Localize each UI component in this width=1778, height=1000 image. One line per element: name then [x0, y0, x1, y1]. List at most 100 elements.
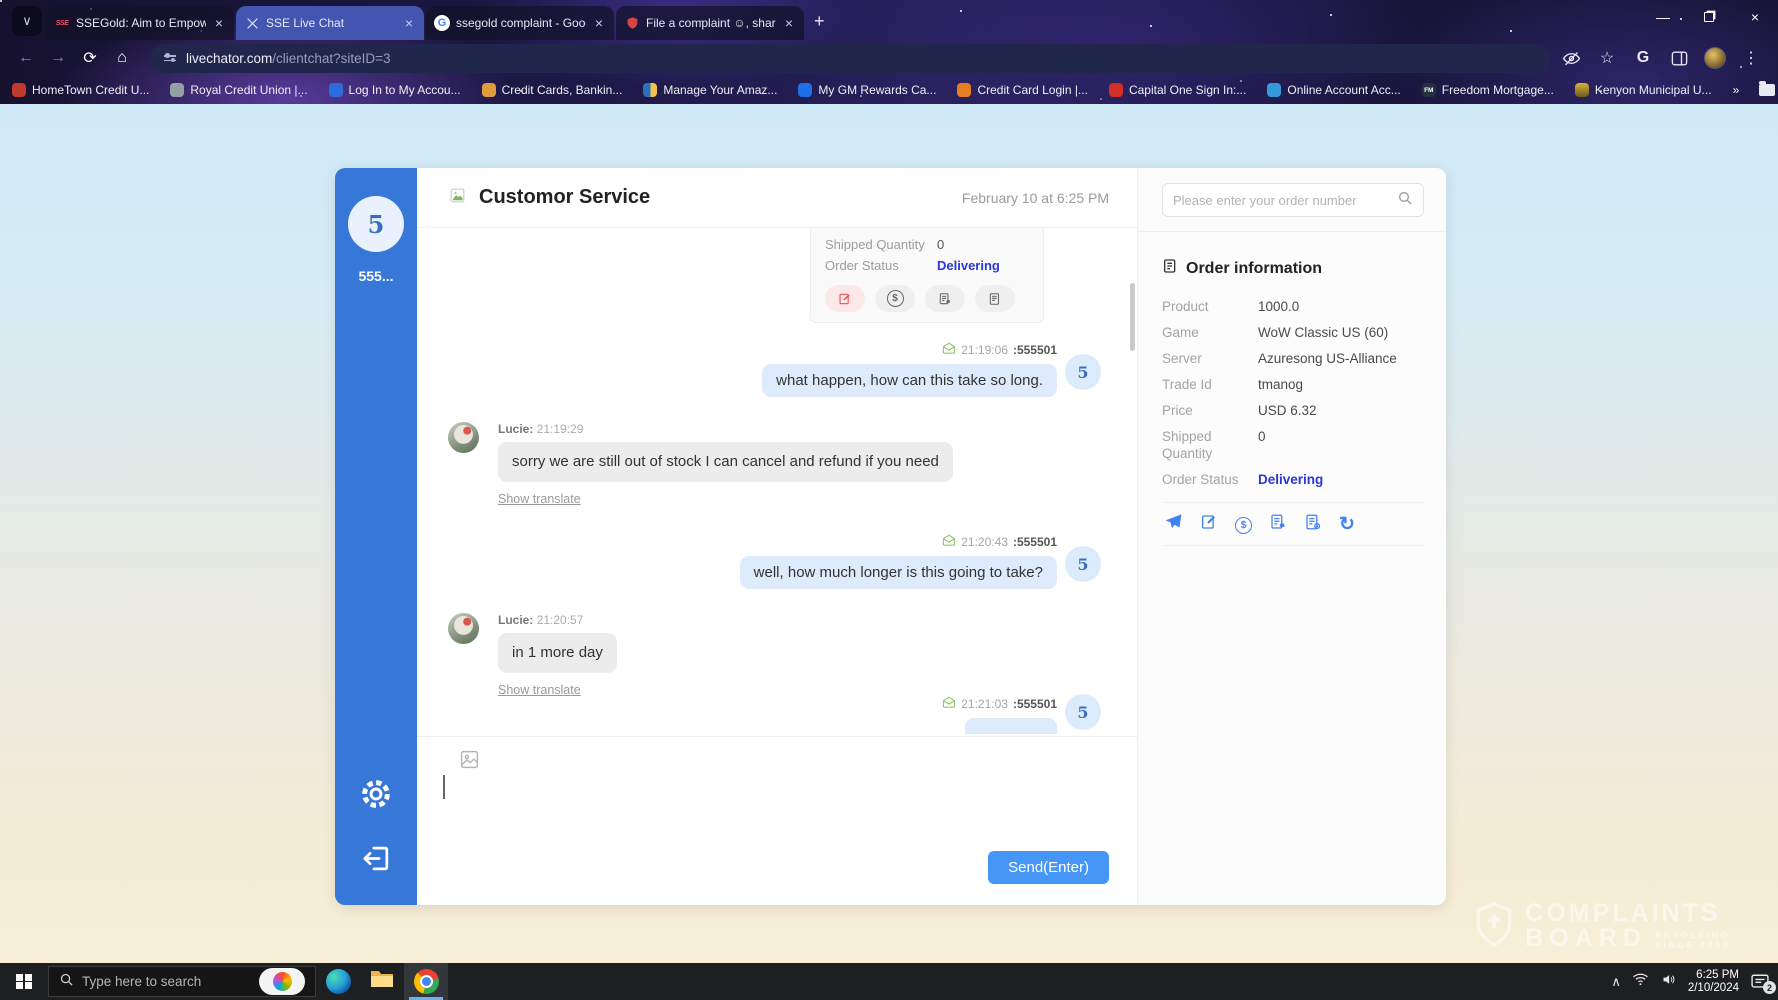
bookmark-favicon: [482, 83, 496, 97]
card-label: Order Status: [825, 255, 937, 276]
logout-icon[interactable]: [361, 843, 392, 879]
order-info-title-row: Order information: [1162, 258, 1424, 279]
envelope-icon: [942, 342, 956, 357]
bookmarks-overflow-chevron[interactable]: »: [1733, 83, 1740, 97]
taskbar-search-input[interactable]: [82, 974, 259, 989]
delivery-note-icon[interactable]: [1269, 513, 1287, 536]
edit-order-icon[interactable]: [825, 285, 865, 312]
refresh-icon[interactable]: ↻: [1339, 516, 1355, 533]
tab-file-complaint[interactable]: File a complaint ☺, share your ×: [616, 6, 804, 40]
delivery-note-icon[interactable]: [925, 285, 965, 312]
bookmark-item[interactable]: Kenyon Municipal U...: [1575, 83, 1712, 97]
close-tab-icon[interactable]: ×: [402, 15, 416, 31]
browser-menu-icon[interactable]: ⋮: [1740, 47, 1762, 69]
windows-taskbar: ∧ 6:25 PM 2/10/2024 2: [0, 963, 1778, 1000]
chat-date: February 10 at 6:25 PM: [962, 190, 1109, 206]
close-tab-icon[interactable]: ×: [592, 15, 606, 31]
search-icon[interactable]: [1397, 190, 1413, 211]
address-bar[interactable]: livechator.com/clientchat?siteID=3: [150, 44, 1550, 73]
message-list[interactable]: PriceUSD 6.32 Shipped Quantity0 Order St…: [417, 228, 1137, 736]
message-input[interactable]: [417, 771, 1137, 904]
bookmark-item[interactable]: Credit Cards, Bankin...: [482, 83, 623, 97]
copilot-button[interactable]: [259, 968, 305, 995]
notification-badge: 2: [1763, 981, 1776, 994]
search-icon: [59, 972, 74, 992]
bookmark-item[interactable]: FMFreedom Mortgage...: [1422, 83, 1554, 97]
price-icon[interactable]: $: [1235, 515, 1252, 534]
tab-google-search[interactable]: G ssegold complaint - Google Se ×: [426, 6, 614, 40]
customer-message-avatar: 5: [1065, 694, 1101, 730]
order-detail-icon[interactable]: [975, 285, 1015, 312]
bookmark-favicon: [329, 83, 343, 97]
taskbar-edge[interactable]: [316, 963, 360, 1000]
back-button[interactable]: ←: [12, 44, 40, 72]
scrollbar-thumb[interactable]: [1130, 283, 1135, 351]
tab-search-button[interactable]: ∨: [12, 6, 42, 36]
bookmark-item[interactable]: Credit Card Login |...: [957, 83, 1088, 97]
google-profile-icon[interactable]: G: [1632, 47, 1654, 69]
settings-gear-icon[interactable]: [358, 776, 394, 817]
bookmark-item[interactable]: Log In to My Accou...: [329, 83, 461, 97]
tray-chevron-icon[interactable]: ∧: [1611, 974, 1621, 990]
field-label: Price: [1162, 402, 1258, 419]
send-button[interactable]: Send(Enter): [988, 851, 1109, 884]
forward-button[interactable]: →: [44, 44, 72, 72]
taskbar-chrome[interactable]: [404, 963, 448, 1000]
close-tab-icon[interactable]: ×: [212, 15, 226, 31]
new-tab-button[interactable]: +: [814, 11, 825, 32]
reload-button[interactable]: ⟳: [76, 44, 104, 72]
close-tab-icon[interactable]: ×: [782, 15, 796, 31]
eye-slash-icon[interactable]: [1560, 47, 1582, 69]
order-search[interactable]: [1162, 183, 1424, 217]
chat-header: Customor Service February 10 at 6:25 PM: [417, 168, 1137, 228]
field-label: Server: [1162, 350, 1258, 367]
edit-order-icon[interactable]: [1200, 513, 1218, 536]
order-detail-icon[interactable]: [1304, 513, 1322, 536]
home-button[interactable]: ⌂: [108, 44, 136, 72]
message-time: 21:20:43: [961, 535, 1008, 549]
profile-avatar[interactable]: [1704, 47, 1726, 69]
restore-button[interactable]: [1686, 0, 1732, 34]
price-icon[interactable]: $: [875, 285, 915, 312]
action-center-button[interactable]: 2: [1750, 973, 1770, 990]
broken-image-icon: [448, 186, 467, 210]
bookmark-item[interactable]: Capital One Sign In:...: [1109, 83, 1246, 97]
copilot-icon: [273, 972, 292, 991]
bookmark-item[interactable]: Royal Credit Union |...: [170, 83, 307, 97]
speaker-icon[interactable]: [1660, 972, 1677, 992]
taskbar-clock[interactable]: 6:25 PM 2/10/2024: [1688, 969, 1739, 995]
bookmark-item[interactable]: Online Account Acc...: [1267, 83, 1400, 97]
field-value: tmanog: [1258, 376, 1303, 393]
message-bubble: well, how much longer is this going to t…: [740, 556, 1057, 589]
minimize-button[interactable]: —: [1640, 0, 1686, 34]
close-window-button[interactable]: ×: [1732, 0, 1778, 34]
watermark-tagline: RESOLVINGSINCE 2004: [1655, 930, 1730, 950]
tab-sse-live-chat[interactable]: SSE Live Chat ×: [236, 6, 424, 40]
tab-title: File a complaint ☺, share your: [646, 16, 776, 30]
bookmark-item[interactable]: HomeTown Credit U...: [12, 83, 149, 97]
show-translate-link[interactable]: Show translate: [498, 492, 581, 506]
taskbar-search[interactable]: [48, 966, 316, 997]
site-settings-icon[interactable]: [164, 55, 176, 61]
bookmark-item[interactable]: My GM Rewards Ca...: [798, 83, 936, 97]
send-order-icon[interactable]: [1164, 512, 1183, 536]
field-value: WoW Classic US (60): [1258, 324, 1388, 341]
taskbar-file-explorer[interactable]: [360, 963, 404, 1000]
order-search-input[interactable]: [1173, 193, 1397, 208]
bookmarks-bar: HomeTown Credit U... Royal Credit Union …: [0, 76, 1778, 104]
bookmark-favicon: [1109, 83, 1123, 97]
show-translate-link[interactable]: Show translate: [498, 683, 581, 697]
wifi-icon[interactable]: [1632, 972, 1649, 991]
tab-ssegold[interactable]: SSE SSEGold: Aim to Empower Your ×: [46, 6, 234, 40]
start-button[interactable]: [0, 963, 48, 1000]
document-icon: [1162, 258, 1178, 279]
bookmark-favicon: [643, 83, 657, 97]
bookmark-star-icon[interactable]: ☆: [1596, 47, 1618, 69]
windows-logo-icon: [16, 974, 32, 990]
bookmark-item[interactable]: Manage Your Amaz...: [643, 83, 777, 97]
panel-divider: [1138, 231, 1446, 232]
browser-chrome: ∨ SSE SSEGold: Aim to Empower Your × SSE…: [0, 0, 1778, 104]
all-bookmarks-button[interactable]: All Bookmarks: [1759, 83, 1778, 97]
side-panel-icon[interactable]: [1668, 47, 1690, 69]
order-info-title: Order information: [1186, 260, 1322, 278]
